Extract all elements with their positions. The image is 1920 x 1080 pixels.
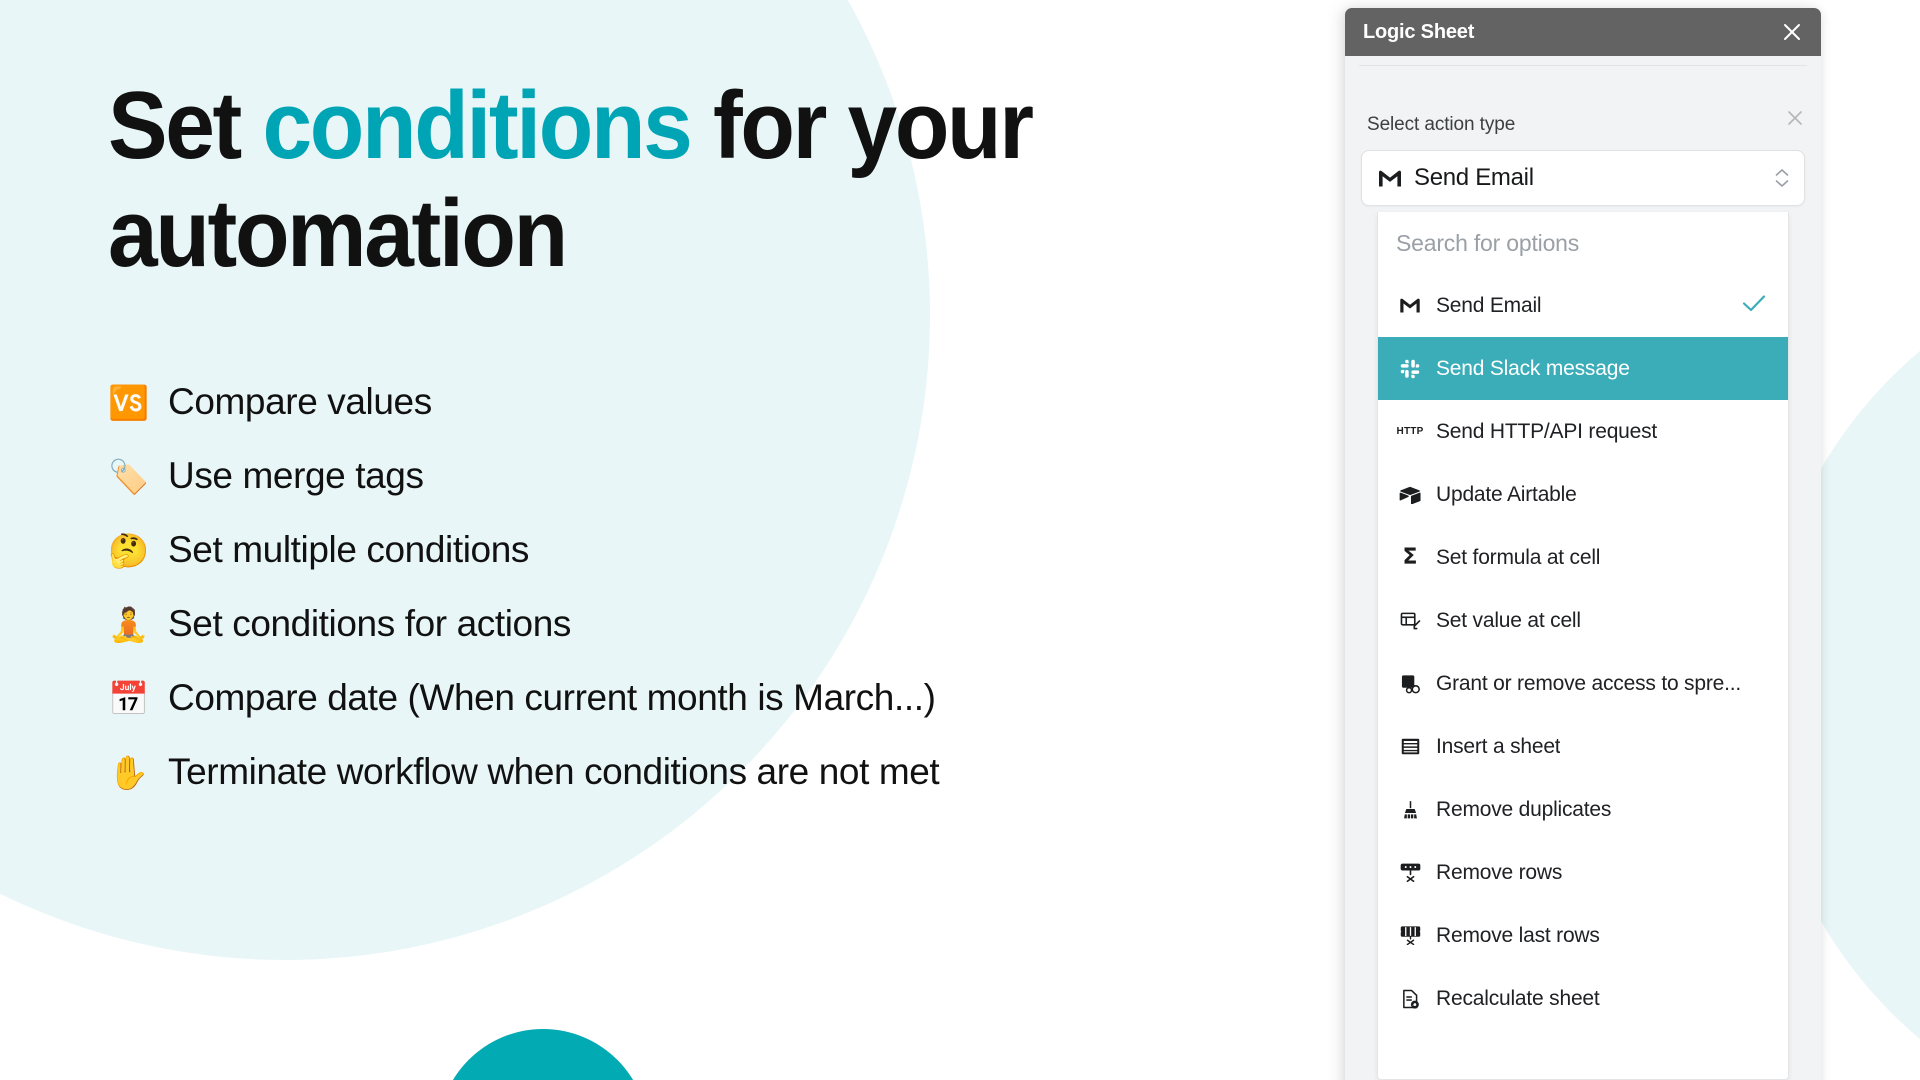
search-input[interactable] [1378,212,1788,274]
headline-accent: conditions [262,72,692,179]
sheet-icon [1398,737,1422,756]
list-item-label: Compare date (When current month is Marc… [168,677,936,719]
chevron-up-down-icon[interactable] [1775,169,1789,188]
calendar-emoji: 📅 [108,678,150,718]
http-icon: HTTP [1396,426,1424,437]
list-item: 🏷️ Use merge tags [108,439,1288,513]
option-insert-a-sheet[interactable]: Insert a sheet [1378,715,1788,778]
option-label: Update Airtable [1436,482,1577,506]
headline-line-2: automation [108,179,568,287]
label-tag-emoji: 🏷️ [108,456,150,496]
option-label: Remove last rows [1436,923,1600,947]
option-remove-rows[interactable]: Remove rows [1378,841,1788,904]
hero-content: Set conditions for your automation 🆚 Comp… [108,72,1288,809]
option-grant-or-remove-access[interactable]: Grant or remove access to spre... [1378,652,1788,715]
lotus-position-emoji: 🧘 [108,604,150,644]
option-send-slack-message[interactable]: Send Slack message [1378,337,1788,400]
sigma-formula-icon: Σ [1402,544,1418,570]
list-item-label: Set conditions for actions [168,603,571,645]
option-label: Send Slack message [1436,356,1630,380]
background-circle-bottom [438,1029,648,1080]
option-send-http-api-request[interactable]: HTTP Send HTTP/API request [1378,400,1788,463]
list-item-label: Use merge tags [168,455,424,497]
checkmark-icon [1742,294,1766,317]
option-update-airtable[interactable]: Update Airtable [1378,463,1788,526]
person-access-icon [1398,674,1422,694]
page-title: Set conditions for your automation [108,72,1205,287]
table-edit-icon [1398,611,1422,630]
page-root: Set conditions for your automation 🆚 Comp… [0,0,1920,1080]
option-set-formula-at-cell[interactable]: Σ Set formula at cell [1378,526,1788,589]
option-label: Set value at cell [1436,608,1581,632]
header-divider [1359,65,1807,66]
vs-button-emoji: 🆚 [108,382,150,422]
headline-part-2: for your [690,72,1034,179]
remove-rows-icon [1398,863,1422,882]
airtable-icon [1398,486,1422,504]
option-label: Insert a sheet [1436,734,1561,758]
option-set-value-at-cell[interactable]: Set value at cell [1378,589,1788,652]
feature-list: 🆚 Compare values 🏷️ Use merge tags 🤔 Set… [108,365,1288,809]
option-remove-last-rows[interactable]: Remove last rows [1378,904,1788,967]
list-item: ✋ Terminate workflow when conditions are… [108,735,1288,809]
slack-icon [1398,359,1422,379]
list-item-label: Set multiple conditions [168,529,529,571]
option-label: Send HTTP/API request [1436,419,1658,443]
close-icon[interactable] [1783,106,1807,130]
logic-sheet-panel: Logic Sheet Select action type Send Emai… [1345,8,1821,1080]
option-label: Send Email [1436,293,1542,317]
list-item: 🧘 Set conditions for actions [108,587,1288,661]
recalculate-icon [1398,989,1422,1009]
action-type-card: Select action type Send Email Search for… [1361,111,1805,1080]
gmail-m-icon [1398,298,1422,313]
option-label: Grant or remove access to spre... [1436,671,1742,695]
list-item: 📅 Compare date (When current month is Ma… [108,661,1288,735]
gmail-m-icon [1378,170,1402,187]
action-type-options-dropdown: Send Email [1377,212,1789,1080]
panel-header: Logic Sheet [1345,8,1821,56]
list-item: 🤔 Set multiple conditions [108,513,1288,587]
close-icon[interactable] [1779,19,1805,45]
broom-icon [1398,800,1422,820]
field-label: Select action type [1367,114,1516,135]
list-item: 🆚 Compare values [108,365,1288,439]
option-remove-duplicates[interactable]: Remove duplicates [1378,778,1788,841]
list-item-label: Compare values [168,381,432,423]
option-label: Recalculate sheet [1436,986,1600,1010]
thinking-face-emoji: 🤔 [108,530,150,570]
headline-part-1: Set [108,72,263,179]
option-label: Remove rows [1436,860,1563,884]
option-label: Remove duplicates [1436,797,1612,821]
option-recalculate-sheet[interactable]: Recalculate sheet [1378,967,1788,1030]
list-item-label: Terminate workflow when conditions are n… [168,751,940,793]
panel-title: Logic Sheet [1363,20,1475,43]
remove-last-rows-icon [1398,926,1422,945]
action-type-select[interactable]: Send Email [1361,150,1805,206]
option-label: Set formula at cell [1436,545,1601,569]
action-type-select-value: Send Email [1414,164,1534,191]
option-send-email[interactable]: Send Email [1378,274,1788,337]
raised-hand-emoji: ✋ [108,752,150,792]
